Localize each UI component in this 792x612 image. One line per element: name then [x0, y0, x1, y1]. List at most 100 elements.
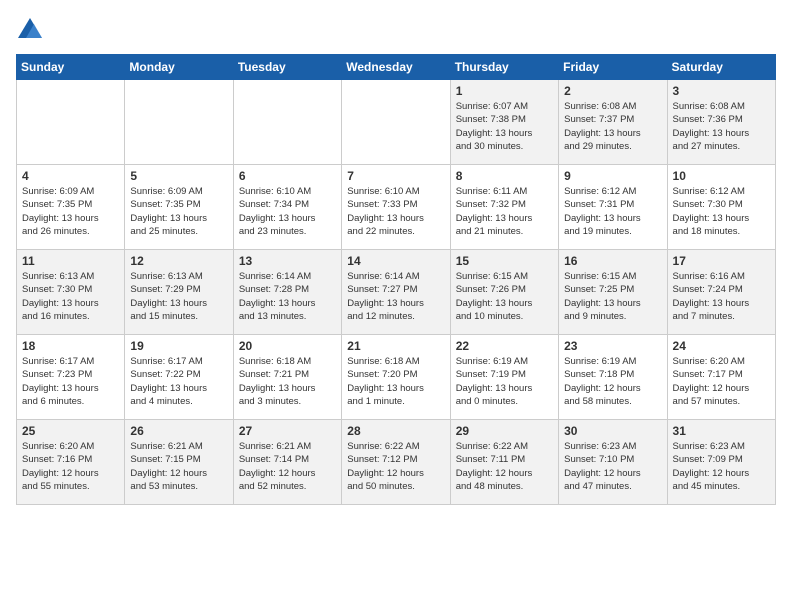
calendar-week-row: 1Sunrise: 6:07 AM Sunset: 7:38 PM Daylig… — [17, 80, 776, 165]
day-info: Sunrise: 6:08 AM Sunset: 7:37 PM Dayligh… — [564, 100, 661, 153]
calendar-cell: 26 Sunrise: 6:21 AM Sunset: 7:15 PM Dayli… — [125, 420, 233, 505]
calendar-body: 1Sunrise: 6:07 AM Sunset: 7:38 PM Daylig… — [17, 80, 776, 505]
calendar-cell: 17 Sunrise: 6:16 AM Sunset: 7:24 PM Dayli… — [667, 250, 775, 335]
calendar-cell — [233, 80, 341, 165]
day-info: Sunrise: 6:15 AM Sunset: 7:26 PM Dayligh… — [456, 270, 553, 323]
day-info: Sunrise: 6:09 AM Sunset: 7:35 PM Dayligh… — [22, 185, 119, 238]
calendar-week-row: 4 Sunrise: 6:09 AM Sunset: 7:35 PM Daylig… — [17, 165, 776, 250]
calendar-cell: 15 Sunrise: 6:15 AM Sunset: 7:26 PM Dayli… — [450, 250, 558, 335]
day-number: 14 — [347, 254, 444, 268]
day-info: Sunrise: 6:07 AM Sunset: 7:38 PM Dayligh… — [456, 100, 553, 153]
day-number: 29 — [456, 424, 553, 438]
calendar-cell — [17, 80, 125, 165]
day-number: 31 — [673, 424, 770, 438]
calendar-cell: 1Sunrise: 6:07 AM Sunset: 7:38 PM Daylig… — [450, 80, 558, 165]
calendar-cell: 14 Sunrise: 6:14 AM Sunset: 7:27 PM Dayli… — [342, 250, 450, 335]
calendar-cell — [342, 80, 450, 165]
day-number: 5 — [130, 169, 227, 183]
calendar-table: SundayMondayTuesdayWednesdayThursdayFrid… — [16, 54, 776, 505]
day-info: Sunrise: 6:17 AM Sunset: 7:22 PM Dayligh… — [130, 355, 227, 408]
calendar-cell: 8Sunrise: 6:11 AM Sunset: 7:32 PM Daylig… — [450, 165, 558, 250]
logo — [16, 16, 48, 44]
day-info: Sunrise: 6:10 AM Sunset: 7:33 PM Dayligh… — [347, 185, 444, 238]
calendar-cell: 16 Sunrise: 6:15 AM Sunset: 7:25 PM Dayli… — [559, 250, 667, 335]
day-number: 2 — [564, 84, 661, 98]
day-info: Sunrise: 6:15 AM Sunset: 7:25 PM Dayligh… — [564, 270, 661, 323]
day-number: 11 — [22, 254, 119, 268]
day-info: Sunrise: 6:18 AM Sunset: 7:21 PM Dayligh… — [239, 355, 336, 408]
day-number: 25 — [22, 424, 119, 438]
weekday-header: Thursday — [450, 55, 558, 80]
day-number: 17 — [673, 254, 770, 268]
calendar-cell: 11 Sunrise: 6:13 AM Sunset: 7:30 PM Dayli… — [17, 250, 125, 335]
day-number: 23 — [564, 339, 661, 353]
calendar-cell: 27 Sunrise: 6:21 AM Sunset: 7:14 PM Dayli… — [233, 420, 341, 505]
day-info: Sunrise: 6:08 AM Sunset: 7:36 PM Dayligh… — [673, 100, 770, 153]
calendar-week-row: 18Sunrise: 6:17 AM Sunset: 7:23 PM Dayli… — [17, 335, 776, 420]
day-info: Sunrise: 6:20 AM Sunset: 7:16 PM Dayligh… — [22, 440, 119, 493]
calendar-cell: 4 Sunrise: 6:09 AM Sunset: 7:35 PM Daylig… — [17, 165, 125, 250]
day-number: 28 — [347, 424, 444, 438]
weekday-header: Friday — [559, 55, 667, 80]
calendar-cell: 23 Sunrise: 6:19 AM Sunset: 7:18 PM Dayli… — [559, 335, 667, 420]
day-number: 26 — [130, 424, 227, 438]
calendar-cell: 10Sunrise: 6:12 AM Sunset: 7:30 PM Dayli… — [667, 165, 775, 250]
weekday-header: Sunday — [17, 55, 125, 80]
calendar-cell: 20 Sunrise: 6:18 AM Sunset: 7:21 PM Dayli… — [233, 335, 341, 420]
day-number: 20 — [239, 339, 336, 353]
calendar-cell: 25 Sunrise: 6:20 AM Sunset: 7:16 PM Dayli… — [17, 420, 125, 505]
day-info: Sunrise: 6:21 AM Sunset: 7:15 PM Dayligh… — [130, 440, 227, 493]
day-number: 13 — [239, 254, 336, 268]
day-info: Sunrise: 6:21 AM Sunset: 7:14 PM Dayligh… — [239, 440, 336, 493]
day-info: Sunrise: 6:14 AM Sunset: 7:27 PM Dayligh… — [347, 270, 444, 323]
day-number: 16 — [564, 254, 661, 268]
day-number: 19 — [130, 339, 227, 353]
calendar-cell: 13Sunrise: 6:14 AM Sunset: 7:28 PM Dayli… — [233, 250, 341, 335]
day-info: Sunrise: 6:09 AM Sunset: 7:35 PM Dayligh… — [130, 185, 227, 238]
day-info: Sunrise: 6:20 AM Sunset: 7:17 PM Dayligh… — [673, 355, 770, 408]
day-info: Sunrise: 6:23 AM Sunset: 7:10 PM Dayligh… — [564, 440, 661, 493]
calendar-cell: 12Sunrise: 6:13 AM Sunset: 7:29 PM Dayli… — [125, 250, 233, 335]
day-number: 12 — [130, 254, 227, 268]
weekday-header: Monday — [125, 55, 233, 80]
page-header — [16, 16, 776, 44]
day-info: Sunrise: 6:13 AM Sunset: 7:30 PM Dayligh… — [22, 270, 119, 323]
calendar-week-row: 25 Sunrise: 6:20 AM Sunset: 7:16 PM Dayli… — [17, 420, 776, 505]
day-info: Sunrise: 6:12 AM Sunset: 7:31 PM Dayligh… — [564, 185, 661, 238]
day-number: 6 — [239, 169, 336, 183]
day-info: Sunrise: 6:22 AM Sunset: 7:11 PM Dayligh… — [456, 440, 553, 493]
calendar-cell: 7 Sunrise: 6:10 AM Sunset: 7:33 PM Daylig… — [342, 165, 450, 250]
calendar-cell: 28 Sunrise: 6:22 AM Sunset: 7:12 PM Dayli… — [342, 420, 450, 505]
day-number: 27 — [239, 424, 336, 438]
calendar-cell — [125, 80, 233, 165]
calendar-cell: 6 Sunrise: 6:10 AM Sunset: 7:34 PM Daylig… — [233, 165, 341, 250]
calendar-cell: 18Sunrise: 6:17 AM Sunset: 7:23 PM Dayli… — [17, 335, 125, 420]
day-info: Sunrise: 6:23 AM Sunset: 7:09 PM Dayligh… — [673, 440, 770, 493]
weekday-header: Wednesday — [342, 55, 450, 80]
day-info: Sunrise: 6:10 AM Sunset: 7:34 PM Dayligh… — [239, 185, 336, 238]
day-number: 7 — [347, 169, 444, 183]
calendar-cell: 29 Sunrise: 6:22 AM Sunset: 7:11 PM Dayli… — [450, 420, 558, 505]
day-number: 21 — [347, 339, 444, 353]
weekday-header: Saturday — [667, 55, 775, 80]
day-number: 10 — [673, 169, 770, 183]
day-info: Sunrise: 6:16 AM Sunset: 7:24 PM Dayligh… — [673, 270, 770, 323]
day-number: 15 — [456, 254, 553, 268]
day-info: Sunrise: 6:22 AM Sunset: 7:12 PM Dayligh… — [347, 440, 444, 493]
day-number: 22 — [456, 339, 553, 353]
calendar-cell: 24Sunrise: 6:20 AM Sunset: 7:17 PM Dayli… — [667, 335, 775, 420]
calendar-week-row: 11 Sunrise: 6:13 AM Sunset: 7:30 PM Dayli… — [17, 250, 776, 335]
logo-icon — [16, 16, 44, 44]
calendar-cell: 22 Sunrise: 6:19 AM Sunset: 7:19 PM Dayli… — [450, 335, 558, 420]
day-info: Sunrise: 6:11 AM Sunset: 7:32 PM Dayligh… — [456, 185, 553, 238]
calendar-header: SundayMondayTuesdayWednesdayThursdayFrid… — [17, 55, 776, 80]
day-number: 30 — [564, 424, 661, 438]
day-info: Sunrise: 6:17 AM Sunset: 7:23 PM Dayligh… — [22, 355, 119, 408]
calendar-cell: 3 Sunrise: 6:08 AM Sunset: 7:36 PM Daylig… — [667, 80, 775, 165]
day-number: 4 — [22, 169, 119, 183]
calendar-cell: 30 Sunrise: 6:23 AM Sunset: 7:10 PM Dayli… — [559, 420, 667, 505]
day-info: Sunrise: 6:19 AM Sunset: 7:18 PM Dayligh… — [564, 355, 661, 408]
weekday-header: Tuesday — [233, 55, 341, 80]
day-info: Sunrise: 6:19 AM Sunset: 7:19 PM Dayligh… — [456, 355, 553, 408]
day-number: 3 — [673, 84, 770, 98]
